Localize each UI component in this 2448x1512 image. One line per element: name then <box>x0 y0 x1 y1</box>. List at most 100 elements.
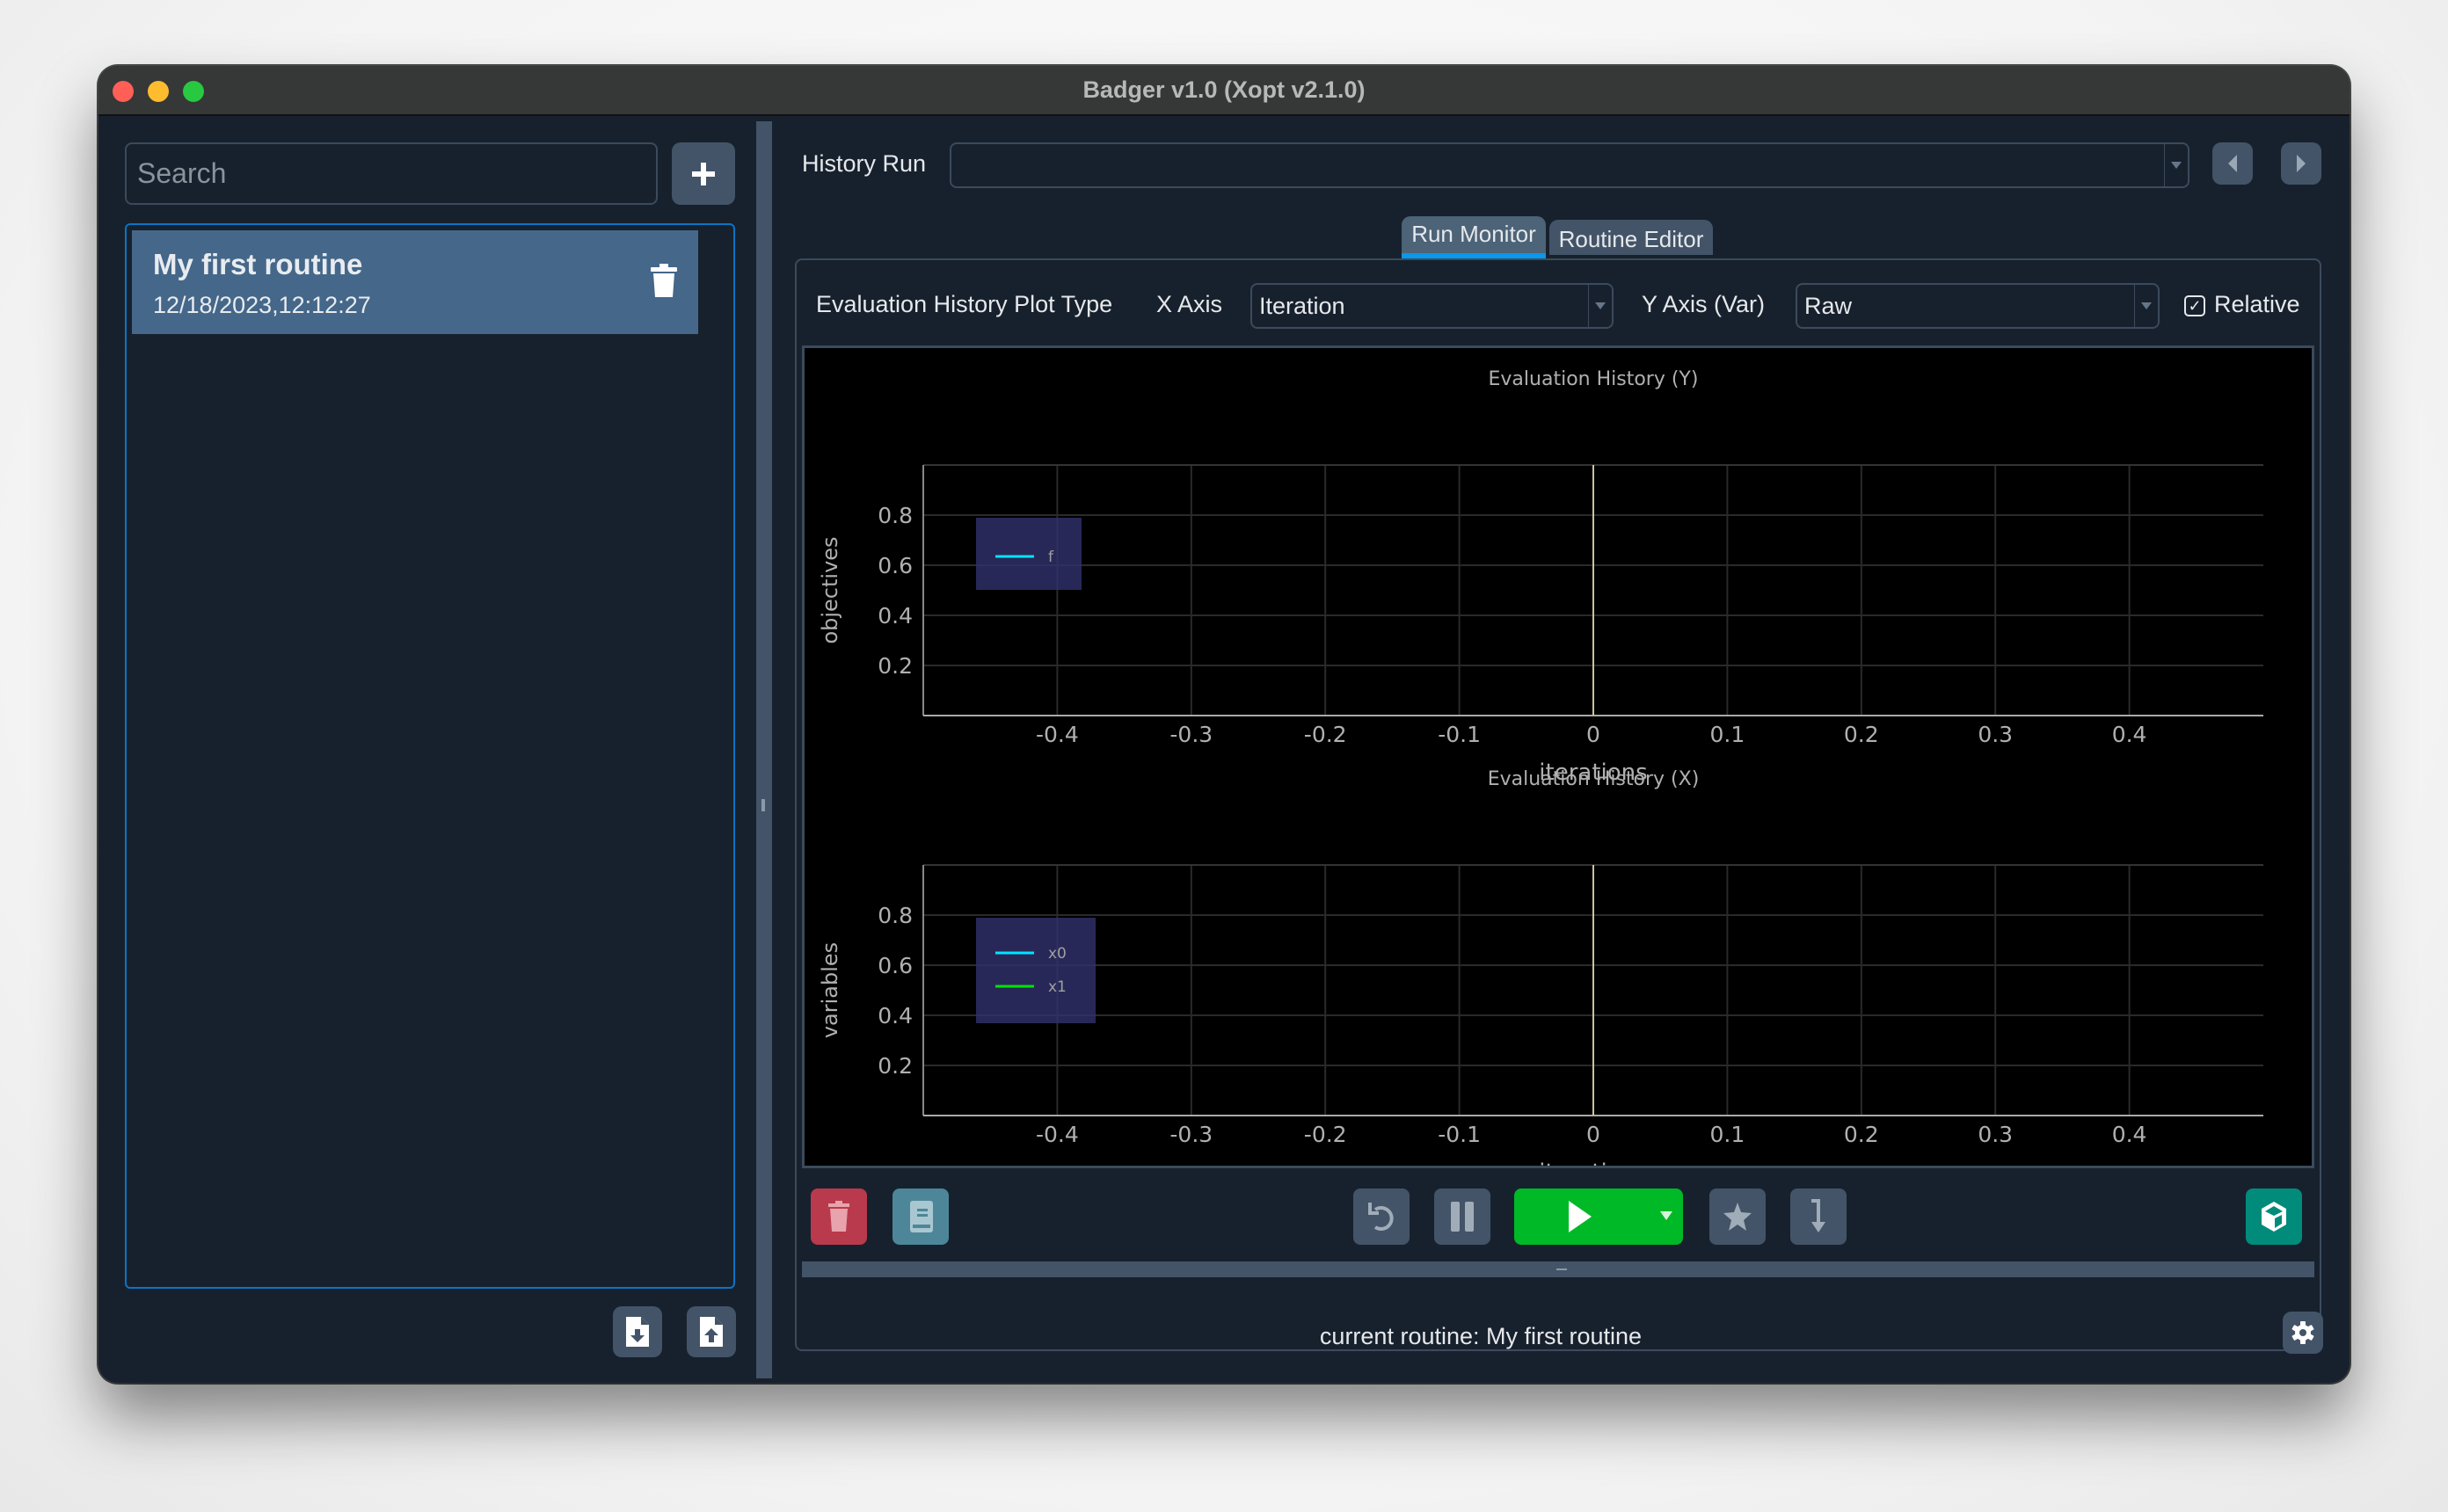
y-tick-label: 0.8 <box>878 503 913 528</box>
tab-run-monitor[interactable]: Run Monitor <box>1402 216 1546 258</box>
file-upload-icon <box>700 1317 723 1347</box>
chart-title: Evaluation History (Y) <box>1489 368 1699 390</box>
dial-in-button[interactable] <box>1790 1189 1847 1245</box>
chevron-down-icon <box>2171 162 2182 169</box>
status-text: current routine: My first routine <box>1319 1323 1643 1349</box>
file-download-icon <box>626 1317 649 1347</box>
routine-name: My first routine <box>153 248 363 280</box>
x-axis-label: iterations <box>1539 1159 1647 1166</box>
x-tick-label: -0.3 <box>1169 1122 1213 1147</box>
legend-label-x0: x0 <box>1048 945 1067 963</box>
trash-icon <box>828 1201 849 1232</box>
jump-to-optimum-button[interactable] <box>1709 1189 1766 1245</box>
legend-label-x1: x1 <box>1048 978 1067 996</box>
y-axis-select[interactable]: Raw <box>1796 283 2160 329</box>
pause-button[interactable] <box>1434 1189 1490 1245</box>
run-dropdown-arrow-icon[interactable] <box>1660 1211 1672 1220</box>
relative-label: Relative <box>2214 291 2300 317</box>
routine-list-item[interactable]: My first routine 12/18/2023,12:12:27 <box>132 230 698 334</box>
y-tick-label: 0.8 <box>878 903 913 928</box>
app-window: Badger v1.0 (Xopt v2.1.0) Search My firs… <box>98 66 2350 1383</box>
settings-button[interactable] <box>2283 1312 2323 1354</box>
x-axis-value: Iteration <box>1259 292 1345 319</box>
y-tick-label: 0.2 <box>878 653 913 679</box>
evaluation-history-plots[interactable]: Evaluation History (Y) -0.4 -0.3 -0.2 -0.1 0 0… <box>805 348 2312 1186</box>
undo-icon <box>1368 1203 1394 1231</box>
x-tick-label: 0.3 <box>1978 1122 2013 1147</box>
chevron-down-icon <box>1595 302 1606 309</box>
x-tick-label: -0.4 <box>1036 722 1079 747</box>
x-tick-label: 0.4 <box>2112 722 2147 747</box>
history-run-label: History Run <box>802 150 927 177</box>
routine-timestamp: 12/18/2023,12:12:27 <box>153 292 371 318</box>
x-tick-label: 0.2 <box>1844 1122 1879 1147</box>
chevron-down-icon <box>2141 302 2152 309</box>
relative-checkbox[interactable]: ✓ <box>2184 295 2205 316</box>
next-run-button[interactable] <box>2281 142 2321 185</box>
x-tick-label: 0 <box>1586 722 1600 747</box>
y-axis-dropdown-arrow[interactable] <box>2134 285 2158 327</box>
x-tick-label: 0.1 <box>1710 1122 1745 1147</box>
reset-button[interactable] <box>1353 1189 1410 1245</box>
panel-splitter[interactable] <box>756 121 772 1378</box>
caret-left-icon <box>2228 155 2237 172</box>
cube-icon <box>2262 1202 2286 1232</box>
plot-area[interactable]: Evaluation History (Y) -0.4 -0.3 -0.2 -0.1 0 0… <box>802 345 2314 1186</box>
logbook-button[interactable] <box>892 1189 949 1245</box>
chart-title: Evaluation History (X) <box>1488 768 1700 790</box>
y-tick-label: 0.6 <box>878 553 913 578</box>
arrow-down-step-icon <box>1811 1199 1825 1232</box>
splitter-grip[interactable] <box>761 799 765 811</box>
x-tick-label: 0.3 <box>1978 722 2013 747</box>
y-tick-label: 0.4 <box>878 1003 913 1029</box>
y-axis-value: Raw <box>1804 292 1853 319</box>
play-icon <box>1569 1201 1592 1232</box>
add-routine-button[interactable] <box>672 142 735 205</box>
x-tick-label: -0.1 <box>1438 722 1481 747</box>
trash-icon[interactable] <box>649 264 679 299</box>
y-axis-label: variables <box>818 942 842 1038</box>
x-axis-select[interactable]: Iteration <box>1250 283 1614 329</box>
title-bar: Badger v1.0 (Xopt v2.1.0) <box>98 66 2350 116</box>
tab-routine-editor[interactable]: Routine Editor <box>1549 220 1713 255</box>
x-tick-label: -0.4 <box>1036 1122 1079 1147</box>
star-icon <box>1723 1203 1752 1231</box>
import-routine-button[interactable] <box>687 1306 736 1357</box>
window-title: Badger v1.0 (Xopt v2.1.0) <box>1082 76 1366 103</box>
y-axis-label: Y Axis (Var) <box>1642 291 1766 317</box>
history-run-dropdown-arrow[interactable] <box>2164 144 2188 186</box>
x-tick-label: -0.3 <box>1169 722 1213 747</box>
x-tick-label: 0.4 <box>2112 1122 2147 1147</box>
y-tick-label: 0.6 <box>878 953 913 978</box>
splitter-grip[interactable] <box>1556 1268 1567 1270</box>
x-tick-label: 0 <box>1586 1122 1600 1147</box>
x-tick-label: -0.2 <box>1304 1122 1347 1147</box>
plot-splitter[interactable] <box>802 1261 2314 1277</box>
delete-run-button[interactable] <box>811 1189 867 1245</box>
plus-icon <box>692 162 715 185</box>
pause-icon <box>1451 1202 1474 1232</box>
x-tick-label: 0.2 <box>1844 722 1879 747</box>
x-tick-label: -0.1 <box>1438 1122 1481 1147</box>
x-tick-label: 0.1 <box>1710 722 1745 747</box>
y-tick-label: 0.4 <box>878 603 913 629</box>
previous-run-button[interactable] <box>2212 142 2253 185</box>
extensions-button[interactable] <box>2246 1189 2302 1245</box>
search-input[interactable]: Search <box>125 142 658 205</box>
plot-type-label: Evaluation History Plot Type <box>816 291 1113 317</box>
x-axis-dropdown-arrow[interactable] <box>1588 285 1612 327</box>
x-tick-label: -0.2 <box>1304 722 1347 747</box>
caret-right-icon <box>2297 155 2306 172</box>
legend-box <box>976 518 1082 590</box>
legend-label-f: f <box>1048 549 1054 566</box>
legend-box <box>976 918 1096 1023</box>
x-axis-label: X Axis <box>1156 291 1223 317</box>
run-button[interactable] <box>1514 1189 1683 1245</box>
book-icon <box>910 1201 933 1232</box>
export-routine-button[interactable] <box>613 1306 662 1357</box>
y-tick-label: 0.2 <box>878 1053 913 1079</box>
history-run-select[interactable] <box>950 142 2189 188</box>
gear-icon <box>2291 1321 2314 1344</box>
y-axis-label: objectives <box>818 536 842 643</box>
routine-list <box>125 223 735 1289</box>
